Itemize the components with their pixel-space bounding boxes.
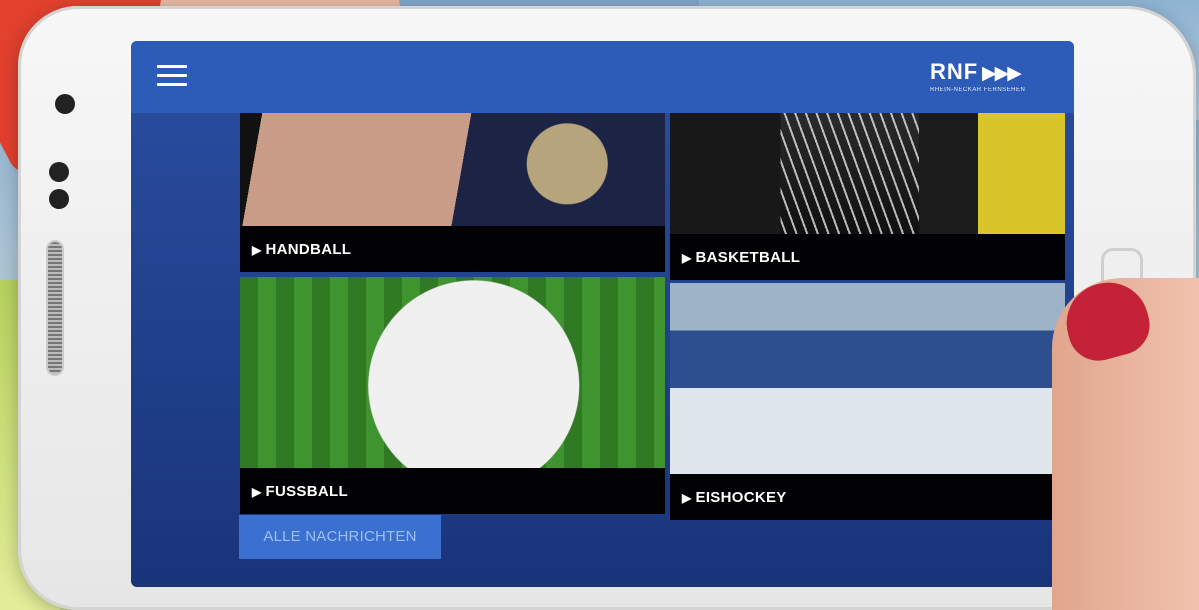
tile-label-text: BASKETBALL [695,249,801,266]
tile-label-text: HANDBALL [265,241,352,258]
eishockey-image [670,283,1065,474]
tile-label: ▶ HANDBALL [240,226,665,272]
sensor-icon [49,189,69,209]
front-camera-icon [55,94,75,114]
fussball-image [240,277,665,468]
play-triangle-icon: ▶ [252,243,262,257]
play-triangle-icon: ▶ [682,491,692,505]
rnf-logo[interactable]: RNF ▶▶▶ RHEIN-NECKAR FERNSEHEN [930,61,1050,99]
app-screen: RNF ▶▶▶ RHEIN-NECKAR FERNSEHEN ▶ HANDBALL… [131,41,1074,587]
tile-handball[interactable]: ▶ HANDBALL [240,113,665,272]
tile-label-text: EISHOCKEY [695,489,787,506]
tile-label: ▶ EISHOCKEY [670,474,1065,520]
handball-image [240,113,665,226]
hamburger-menu-icon[interactable] [157,65,187,87]
play-triangle-icon: ▶ [682,251,692,265]
logo-subtitle: RHEIN-NECKAR FERNSEHEN [930,87,1026,93]
tile-eishockey[interactable]: ▶ EISHOCKEY [670,283,1065,520]
logo-text: RNF [930,59,979,84]
tile-basketball[interactable]: ▶ BASKETBALL [670,113,1065,280]
logo-arrows-icon: ▶▶▶ [982,63,1022,84]
all-news-button[interactable]: ALLE NACHRICHTEN [239,515,441,559]
tile-label: ▶ FUSSBALL [240,468,665,514]
tile-label-text: FUSSBALL [265,483,348,500]
basketball-image-overlay [670,113,1065,234]
play-triangle-icon: ▶ [252,485,262,499]
sensor-icon [49,162,69,182]
app-header: RNF ▶▶▶ RHEIN-NECKAR FERNSEHEN [131,41,1074,113]
tile-fussball[interactable]: ▶ FUSSBALL [240,277,665,514]
speaker-grille [48,242,62,374]
tile-label: ▶ BASKETBALL [670,234,1065,280]
